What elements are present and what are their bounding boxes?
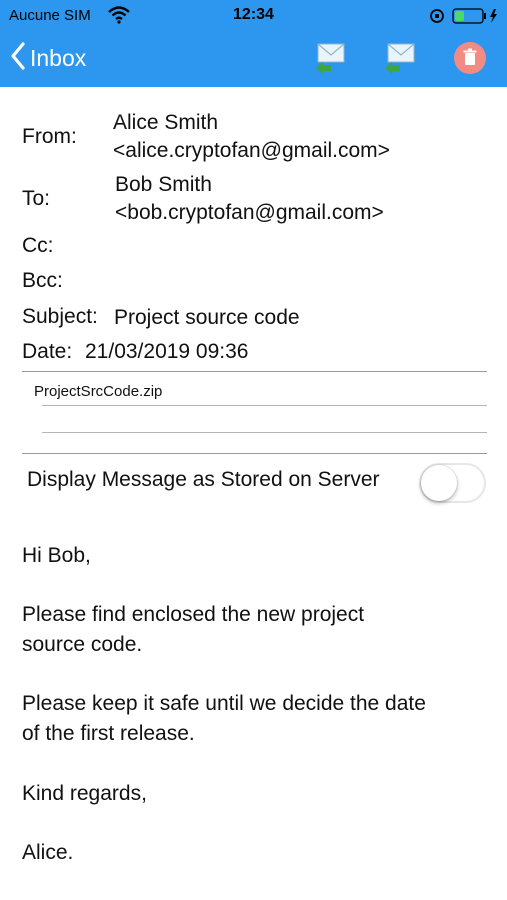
- to-email[interactable]: <bob.cryptofan@gmail.com>: [115, 201, 384, 225]
- to-label: To:: [22, 187, 51, 210]
- chevron-left-icon: [10, 41, 26, 75]
- bcc-label: Bcc:: [22, 269, 63, 292]
- subject-label: Subject:: [22, 305, 98, 328]
- forward-mail-icon[interactable]: [383, 40, 419, 76]
- battery-charging-icon: [452, 8, 500, 29]
- reply-mail-icon[interactable]: [314, 40, 350, 76]
- body-line: source code.: [22, 633, 143, 656]
- orientation-lock-icon: [429, 8, 445, 29]
- from-label: From:: [22, 125, 77, 148]
- body-greeting: Hi Bob,: [22, 544, 91, 567]
- body-line: Please find enclosed the new project: [22, 603, 365, 626]
- divider: [22, 453, 487, 454]
- body-line: Please keep it safe until we decide the …: [22, 692, 426, 715]
- from-email[interactable]: <alice.cryptofan@gmail.com>: [113, 139, 390, 163]
- cc-label: Cc:: [22, 234, 54, 257]
- attachment-separator: [42, 432, 487, 433]
- trash-icon[interactable]: [453, 41, 489, 77]
- body-closing: Kind regards,: [22, 782, 147, 805]
- attachment-separator: [42, 405, 487, 406]
- from-name: Alice Smith: [113, 111, 219, 134]
- back-button-label: Inbox: [30, 44, 87, 71]
- date-value: 21/03/2019 09:36: [85, 340, 249, 363]
- display-as-stored-toggle[interactable]: [419, 463, 486, 503]
- body-signature: Alice.: [22, 841, 74, 864]
- back-button[interactable]: Inbox: [10, 41, 86, 75]
- toggle-knob: [421, 465, 457, 501]
- to-name: Bob Smith: [115, 173, 212, 196]
- body-line: of the first release.: [22, 722, 195, 745]
- display-as-stored-label: Display Message as Stored on Server: [27, 468, 380, 491]
- subject-value: Project source code: [114, 306, 300, 329]
- date-label: Date:: [22, 340, 73, 363]
- attachment-item[interactable]: ProjectSrcCode.zip: [34, 383, 162, 400]
- divider: [22, 371, 487, 372]
